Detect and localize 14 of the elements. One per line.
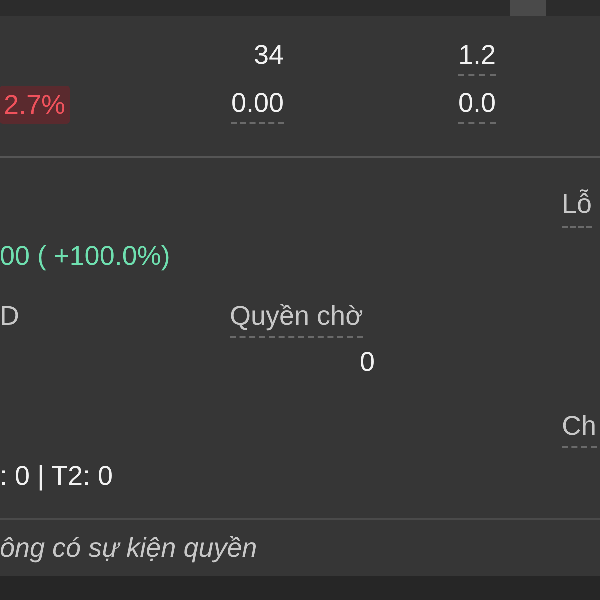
- field-label: Ch: [562, 408, 597, 448]
- field-label: D: [0, 300, 20, 333]
- pending-rights-label: Quyền chờ: [230, 298, 364, 338]
- pending-rights-value: 0: [360, 346, 375, 379]
- stat-value: 1.2: [458, 38, 496, 76]
- stat-value: 0.00: [231, 86, 284, 124]
- stat-value: 0.0: [458, 86, 496, 124]
- no-events-message: ông có sự kiện quyền: [0, 532, 258, 565]
- stat-value: 34: [254, 39, 284, 72]
- settlement-text: : 0 | T2: 0: [0, 460, 114, 493]
- change-badge: 2.7%: [0, 86, 70, 124]
- scrollbar-thumb[interactable]: [510, 0, 546, 16]
- loss-label: Lỗ: [562, 186, 592, 228]
- profit-change: 00 ( +100.0%): [0, 240, 170, 273]
